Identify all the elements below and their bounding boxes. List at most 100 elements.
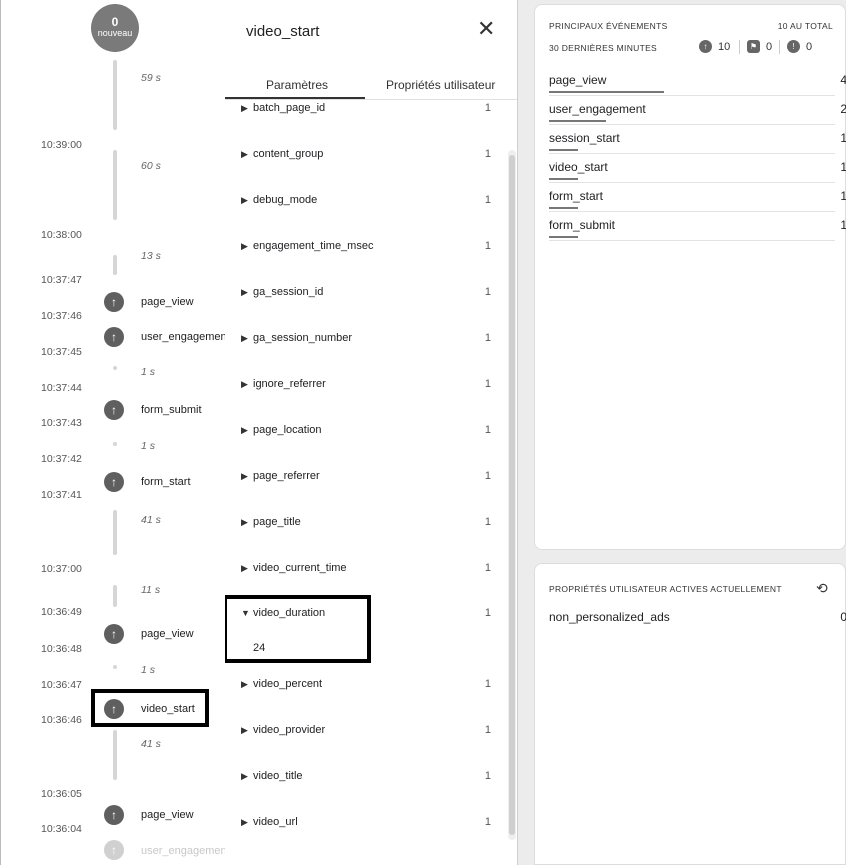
timestamp: 10:37:43	[41, 417, 82, 429]
new-events-label: nouveau	[97, 28, 133, 38]
top-event-bar	[549, 236, 578, 238]
timestamp: 10:37:44	[41, 382, 82, 394]
param-row[interactable]: ▶ video_provider 1	[241, 724, 491, 744]
timeline-event-page-view[interactable]: page_view	[141, 628, 225, 640]
chevron-right-icon: ▶	[241, 241, 248, 251]
event-icon: ↑	[104, 472, 124, 492]
flag-icon: ⚑	[747, 40, 760, 53]
event-detail-panel: video_start ✕ Paramètres Propriétés util…	[225, 0, 518, 865]
timestamp: 10:37:00	[41, 563, 82, 575]
tab-user-properties[interactable]: Propriétés utilisateur	[386, 78, 495, 92]
duration-label: 1 s	[141, 440, 156, 452]
errors-count: 0	[806, 41, 813, 53]
top-event-row[interactable]: video_start 1	[549, 154, 846, 183]
top-event-row[interactable]: session_start 1	[549, 125, 846, 154]
timestamp: 10:38:00	[41, 229, 82, 241]
param-row[interactable]: ▶ engagement_time_msec 1	[241, 240, 491, 260]
close-icon[interactable]: ✕	[477, 18, 495, 40]
top-event-bar	[549, 178, 578, 180]
timestamp: 10:36:04	[41, 823, 82, 835]
expanded-param-highlight	[225, 595, 371, 663]
top-event-bar	[549, 149, 578, 151]
timestamp: 10:37:46	[41, 310, 82, 322]
selected-event-highlight	[91, 689, 209, 727]
event-icon: ↑	[104, 327, 124, 347]
top-event-row[interactable]: page_view 4	[549, 67, 846, 96]
param-row[interactable]: ▶ ga_session_id 1	[241, 286, 491, 306]
chevron-right-icon: ▶	[241, 771, 248, 781]
top-event-row[interactable]: form_start 1	[549, 183, 846, 212]
duration-label: 41 s	[141, 738, 161, 750]
timestamp: 10:37:41	[41, 489, 82, 501]
param-row[interactable]: ▶ content_group 1	[241, 148, 491, 168]
timeline-event-form-start[interactable]: form_start	[141, 476, 225, 488]
chevron-right-icon: ▶	[241, 563, 248, 573]
active-tab-indicator	[225, 97, 365, 99]
timeline-event-page-view[interactable]: page_view	[141, 809, 225, 821]
chevron-right-icon: ▶	[241, 195, 248, 205]
chevron-right-icon: ▶	[241, 471, 248, 481]
chevron-right-icon: ▶	[241, 379, 248, 389]
top-events-subheading: 30 DERNIÈRES MINUTES	[549, 43, 658, 53]
conversions-count: 0	[766, 41, 773, 53]
timestamp: 10:36:46	[41, 714, 82, 726]
top-events-heading: PRINCIPAUX ÉVÉNEMENTS	[549, 21, 668, 31]
chevron-right-icon: ▶	[241, 425, 248, 435]
top-events-total: 10 AU TOTAL	[777, 21, 833, 31]
new-events-bubble[interactable]: 0 nouveau	[91, 4, 139, 52]
top-events-card: PRINCIPAUX ÉVÉNEMENTS 10 AU TOTAL 30 DER…	[534, 4, 846, 550]
top-event-bar	[549, 120, 606, 122]
param-row[interactable]: ▶ page_title 1	[241, 516, 491, 536]
chevron-right-icon: ▶	[241, 725, 248, 735]
chevron-right-icon: ▶	[241, 817, 248, 827]
duration-label: 11 s	[141, 584, 161, 596]
timeline-event-form-submit[interactable]: form_submit	[141, 404, 225, 416]
timeline-event-page-view[interactable]: page_view	[141, 296, 225, 308]
param-row[interactable]: ▶ video_title 1	[241, 770, 491, 790]
timestamp: 10:36:05	[41, 788, 82, 800]
timestamp: 10:37:42	[41, 453, 82, 465]
user-properties-heading: PROPRIÉTÉS UTILISATEUR ACTIVES ACTUELLEM…	[549, 584, 782, 594]
timeline-event-user-engagement[interactable]: user_engagement	[141, 845, 225, 857]
events-count: 10	[718, 41, 731, 53]
top-event-row[interactable]: user_engagement 2	[549, 96, 846, 125]
param-row[interactable]: ▶ page_location 1	[241, 424, 491, 444]
timestamp: 10:36:49	[41, 606, 82, 618]
event-detail-title: video_start	[246, 23, 320, 40]
debugview-screen: 0 nouveau 59 s 10:39:00 60 s 10:38:00 13…	[0, 0, 846, 865]
scrollbar-thumb[interactable]	[509, 155, 515, 835]
chevron-right-icon: ▶	[241, 679, 248, 689]
param-row[interactable]: ▶ video_url 1	[241, 816, 491, 836]
history-icon[interactable]: ⟲	[816, 580, 828, 597]
param-row[interactable]: ▶ video_current_time 1	[241, 562, 491, 582]
user-properties-card: PROPRIÉTÉS UTILISATEUR ACTIVES ACTUELLEM…	[534, 563, 846, 865]
chevron-right-icon: ▶	[241, 517, 248, 527]
chevron-right-icon: ▶	[241, 287, 248, 297]
events-icon: ↑	[699, 40, 712, 53]
param-row[interactable]: ▶ video_percent 1	[241, 678, 491, 698]
timeline-event-user-engagement[interactable]: user_engagement	[141, 331, 225, 343]
duration-label: 59 s	[141, 72, 161, 84]
user-property-row[interactable]: non_personalized_ads 0	[549, 604, 846, 633]
chevron-right-icon: ▶	[241, 149, 248, 159]
param-row[interactable]: ▶ debug_mode 1	[241, 194, 491, 214]
param-row[interactable]: ▶ batch_page_id 1	[241, 102, 491, 122]
param-row[interactable]: ▶ ga_session_number 1	[241, 332, 491, 352]
timestamp: 10:39:00	[41, 139, 82, 151]
error-icon: !	[787, 40, 800, 53]
event-icon: ↑	[104, 840, 124, 860]
param-row[interactable]: ▶ page_referrer 1	[241, 470, 491, 490]
event-timeline: 0 nouveau 59 s 10:39:00 60 s 10:38:00 13…	[0, 0, 225, 865]
top-event-row[interactable]: form_submit 1	[549, 212, 846, 241]
new-events-count: 0	[111, 15, 119, 29]
timestamp: 10:37:45	[41, 346, 82, 358]
chevron-right-icon: ▶	[241, 103, 248, 113]
event-icon: ↑	[104, 805, 124, 825]
duration-label: 41 s	[141, 514, 161, 526]
param-row[interactable]: ▶ ignore_referrer 1	[241, 378, 491, 398]
tab-parameters[interactable]: Paramètres	[266, 78, 328, 92]
event-icon: ↑	[104, 400, 124, 420]
top-event-bar	[549, 207, 578, 209]
chevron-right-icon: ▶	[241, 333, 248, 343]
duration-label: 60 s	[141, 160, 161, 172]
